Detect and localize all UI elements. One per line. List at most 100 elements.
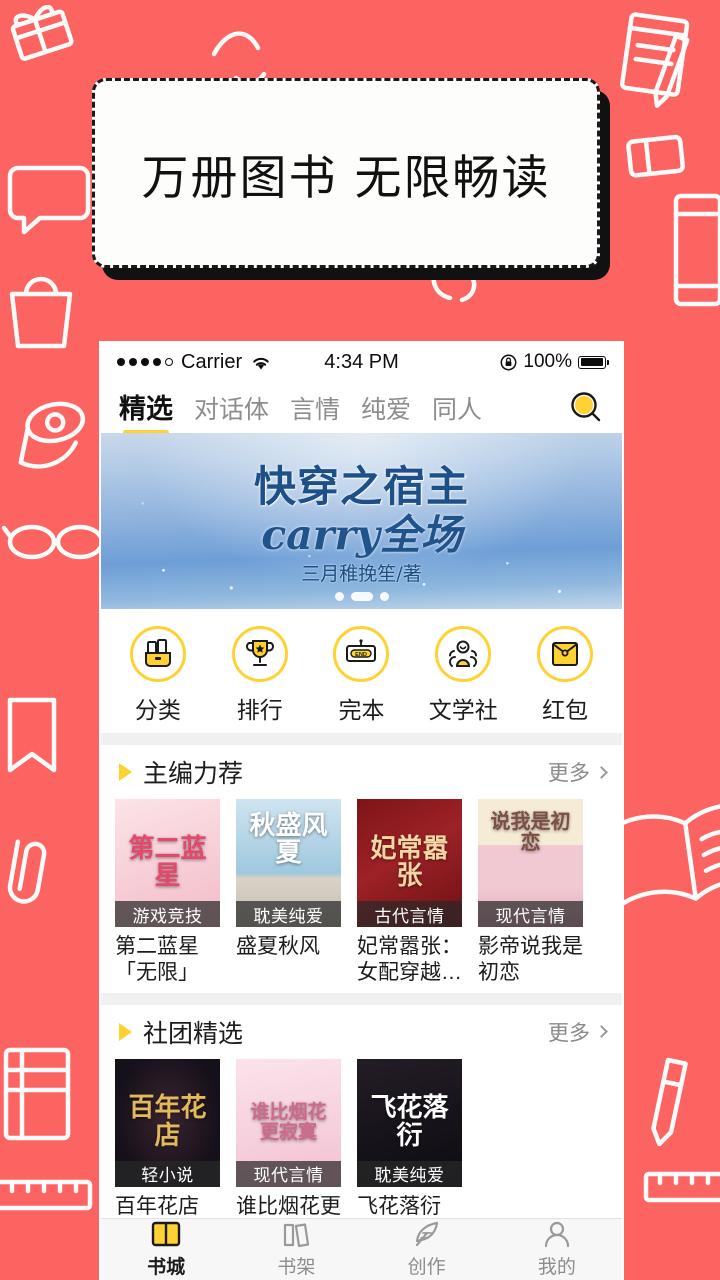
nav-item-create[interactable]: 创作	[362, 1220, 492, 1279]
tab-duihuati[interactable]: 对话体	[194, 390, 269, 428]
quick-action-fenlei[interactable]: 分类	[107, 625, 209, 725]
carousel-dot-active[interactable]	[350, 592, 373, 601]
promo-banner-text: 万册图书 无限畅读	[141, 150, 551, 206]
content-scroll-area[interactable]: 快穿之宿主 carry全场 三月稚挽笙/著 分类 排行 END 完本 文学社 红…	[101, 433, 622, 1218]
book-title: 影帝说我是初恋	[478, 935, 583, 985]
book-grid: 第二蓝星 游戏竞技 第二蓝星「无限」 秋盛风夏 耽美纯爱 盛夏秋风 妃常嚣张 古	[101, 799, 622, 993]
book-category-badge: 耽美纯爱	[357, 1160, 462, 1187]
section-title: 社团精选	[143, 1019, 244, 1048]
bookstore-icon	[151, 1221, 181, 1247]
book-doodle-top-right	[619, 12, 690, 97]
quick-action-label: 文学社	[428, 696, 498, 723]
section-more-label: 更多	[548, 1021, 590, 1045]
category-tabs: 精选 对话体 言情 纯爱 同人	[119, 387, 566, 435]
section-zhubianlijian: 主编力荐 更多 第二蓝星 游戏竞技 第二蓝星「无限」 秋盛风夏 耽美纯爱 盛夏秋…	[101, 745, 622, 993]
quick-action-row: 分类 排行 END 完本 文学社 红包	[101, 609, 622, 733]
carrier-label: Carrier	[181, 350, 243, 373]
bag-doodle	[9, 276, 73, 349]
speech-bubble-doodle	[7, 165, 91, 235]
book-cover: 飞花落衍 耽美纯爱	[357, 1058, 462, 1187]
book-cover: 秋盛风夏 耽美纯爱	[236, 799, 341, 927]
bookmark-doodle	[7, 697, 57, 773]
paper-roll-doodle	[18, 401, 86, 469]
book-title: 飞花落衍	[357, 1194, 441, 1218]
book-card[interactable]: 妃常嚣张 古代言情 妃常嚣张：女配穿越…	[357, 799, 462, 987]
section-divider	[101, 992, 622, 1005]
book-category-badge: 现代言情	[236, 1160, 341, 1187]
nav-item-profile[interactable]: 我的	[492, 1220, 622, 1279]
nav-label: 我的	[537, 1257, 576, 1278]
signal-strength-icon	[117, 358, 173, 366]
bottom-navigation-bar: 书城 书架 创作 我的	[101, 1218, 622, 1280]
book-card[interactable]: 第二蓝星 游戏竞技 第二蓝星「无限」	[115, 799, 220, 987]
book-card[interactable]: 秋盛风夏 耽美纯爱 盛夏秋风	[236, 799, 341, 987]
book-category-badge: 游戏竞技	[115, 901, 220, 927]
quick-action-hongbao[interactable]: 红包	[514, 625, 616, 725]
carousel-dots[interactable]	[101, 592, 622, 601]
notebook-doodle	[3, 1047, 71, 1141]
hero-subtitle: carry全场	[261, 511, 462, 559]
glasses-doodle	[1, 524, 105, 560]
scribble-doodle	[211, 31, 267, 86]
book-title: 百年花店	[115, 1194, 199, 1218]
search-icon	[571, 392, 601, 422]
tab-chunai[interactable]: 纯爱	[361, 390, 411, 428]
section-more-label: 更多	[548, 762, 590, 785]
book-cover: 谁比烟花更寂寞 现代言情	[236, 1058, 341, 1187]
carousel-dot[interactable]	[379, 592, 389, 601]
section-header: 主编力荐 更多	[101, 745, 622, 799]
quick-action-paihang[interactable]: 排行	[209, 625, 311, 725]
section-marker-icon	[119, 763, 132, 781]
quick-action-label: 排行	[236, 696, 283, 723]
book-category-badge: 古代言情	[357, 901, 462, 927]
book-card[interactable]: 说我是初恋 现代言情 影帝说我是初恋	[478, 799, 583, 987]
hero-banner-carousel[interactable]: 快穿之宿主 carry全场 三月稚挽笙/著	[101, 433, 622, 609]
section-more-button[interactable]: 更多	[548, 757, 608, 787]
tab-tongren[interactable]: 同人	[432, 390, 482, 428]
quick-action-wenxueshe[interactable]: 文学社	[412, 625, 514, 725]
promo-banner: 万册图书 无限畅读	[92, 78, 622, 290]
book-cover: 百年花店 轻小说	[115, 1058, 220, 1187]
book-category-badge: 耽美纯爱	[236, 901, 341, 927]
wifi-icon	[253, 357, 269, 369]
book-doodle-right	[673, 193, 720, 307]
pencil-doodle	[653, 33, 690, 108]
book-title: 谁比烟花更	[236, 1194, 341, 1218]
nav-item-bookstore[interactable]: 书城	[101, 1220, 231, 1279]
promo-banner-box: 万册图书 无限畅读	[92, 78, 600, 268]
book-title: 第二蓝星「无限」	[115, 935, 199, 985]
trophy-icon	[231, 625, 288, 682]
section-title: 主编力荐	[143, 760, 244, 788]
status-bar-right: 100%	[399, 351, 610, 373]
paperclip-doodle	[7, 839, 47, 904]
book-cover: 妃常嚣张 古代言情	[357, 799, 462, 927]
quick-action-label: 分类	[134, 696, 181, 723]
book-card[interactable]: 百年花店 轻小说 百年花店	[115, 1058, 220, 1219]
tab-jingxuan[interactable]: 精选	[119, 387, 173, 435]
book-title: 盛夏秋风	[236, 935, 320, 958]
carousel-dot[interactable]	[334, 592, 344, 601]
battery-percent-label: 100%	[523, 351, 573, 372]
tab-yanqing[interactable]: 言情	[290, 390, 340, 428]
section-marker-icon	[119, 1022, 132, 1041]
clock-label: 4:34 PM	[324, 350, 399, 373]
section-more-button[interactable]: 更多	[548, 1017, 608, 1047]
gift-doodle	[10, 5, 74, 61]
person-icon	[544, 1221, 569, 1248]
quick-action-label: 红包	[542, 696, 589, 723]
nav-item-bookshelf[interactable]: 书架	[231, 1220, 361, 1279]
nav-label: 书架	[277, 1257, 316, 1278]
chevron-right-icon	[595, 765, 608, 779]
book-title: 妃常嚣张：女配穿越…	[357, 935, 462, 985]
phone-screen: Carrier 4:34 PM 100% 精选 对话体 言情 纯爱 同人 快穿之…	[99, 341, 624, 1280]
section-shetuanjingxuan: 社团精选 更多 百年花店 轻小说 百年花店 谁比烟花更寂寞 现代言情 谁比烟花更…	[101, 1004, 622, 1219]
quick-action-wanben[interactable]: END 完本	[311, 625, 413, 725]
nav-label: 书城	[147, 1257, 186, 1278]
book-card-placeholder	[478, 1059, 583, 1219]
book-card[interactable]: 谁比烟花更寂寞 现代言情 谁比烟花更	[236, 1058, 341, 1219]
search-button[interactable]	[566, 387, 606, 427]
bookshelf-icon	[284, 1223, 310, 1248]
nav-label: 创作	[407, 1257, 446, 1278]
section-divider	[101, 733, 622, 745]
book-card[interactable]: 飞花落衍 耽美纯爱 飞花落衍	[357, 1058, 462, 1219]
